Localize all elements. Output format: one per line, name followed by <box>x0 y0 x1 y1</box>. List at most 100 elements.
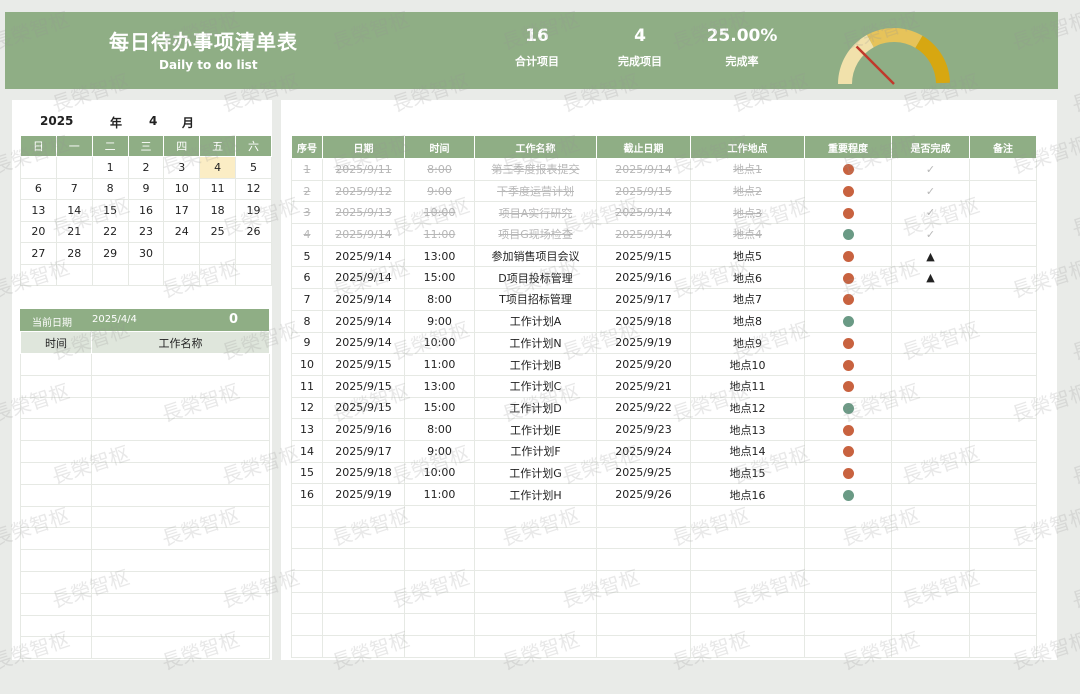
agenda-cell-time[interactable] <box>20 418 92 442</box>
agenda-cell-name[interactable] <box>91 570 270 594</box>
task-cell-empty[interactable] <box>291 548 323 572</box>
task-cell-empty[interactable] <box>474 613 597 637</box>
task-cell-note[interactable] <box>969 396 1037 420</box>
task-cell-done[interactable] <box>891 418 970 441</box>
calendar-day[interactable]: 13 <box>20 199 57 222</box>
task-cell-done[interactable]: ✓ <box>891 201 970 225</box>
task-cell-done[interactable] <box>891 483 970 506</box>
task-cell-empty[interactable] <box>404 505 475 528</box>
calendar-day[interactable]: 5 <box>235 156 272 179</box>
task-cell-note[interactable] <box>969 309 1037 333</box>
calendar-day[interactable]: 18 <box>199 199 237 222</box>
agenda-cell-time[interactable] <box>20 614 92 638</box>
agenda-cell-time[interactable] <box>20 527 92 551</box>
agenda-cell-time[interactable] <box>20 570 92 594</box>
task-cell-empty[interactable] <box>690 505 805 528</box>
task-cell-empty[interactable] <box>891 526 970 550</box>
calendar-day[interactable]: 25 <box>199 220 237 243</box>
task-cell-note[interactable] <box>969 353 1037 376</box>
task-cell-empty[interactable] <box>804 613 892 637</box>
calendar-day[interactable]: 7 <box>55 177 93 200</box>
task-cell-done[interactable] <box>891 461 970 485</box>
task-cell-empty[interactable] <box>404 526 475 550</box>
agenda-cell-name[interactable] <box>91 549 270 572</box>
agenda-cell-name[interactable] <box>91 374 270 398</box>
calendar-day[interactable]: 9 <box>127 177 165 200</box>
task-cell-done[interactable] <box>891 374 970 398</box>
task-cell-empty[interactable] <box>891 613 970 637</box>
calendar-day[interactable]: 14 <box>55 199 93 222</box>
task-cell-done[interactable] <box>891 396 970 420</box>
task-row[interactable]: 2 2025/9/12 9:00 下季度运营计划 2025/9/15 地点2 ✓ <box>291 179 1037 203</box>
task-cell-note[interactable] <box>969 461 1037 485</box>
task-cell-note[interactable] <box>969 158 1037 181</box>
calendar-day[interactable]: 8 <box>91 177 129 200</box>
task-cell-empty[interactable] <box>804 505 892 528</box>
task-cell-done[interactable] <box>891 439 970 463</box>
task-cell-empty[interactable] <box>322 570 405 593</box>
task-cell-empty[interactable] <box>969 591 1037 615</box>
task-cell-done[interactable] <box>891 288 970 311</box>
calendar-day[interactable]: 19 <box>235 199 272 222</box>
task-cell-note[interactable] <box>969 179 1037 203</box>
task-cell-note[interactable] <box>969 374 1037 398</box>
task-cell-empty[interactable] <box>291 505 323 528</box>
agenda-cell-name[interactable] <box>91 440 270 463</box>
calendar-day[interactable]: 29 <box>91 242 129 265</box>
task-cell-done[interactable] <box>891 331 970 355</box>
task-row[interactable]: 14 2025/9/17 9:00 工作计划F 2025/9/24 地点14 <box>291 439 1037 463</box>
task-row[interactable]: 7 2025/9/14 8:00 T项目招标管理 2025/9/17 地点7 <box>291 288 1037 311</box>
task-cell-empty[interactable] <box>404 635 475 658</box>
calendar-day[interactable]: 15 <box>91 199 129 222</box>
agenda-cell-time[interactable] <box>20 549 92 572</box>
calendar-day[interactable]: 17 <box>163 199 201 222</box>
task-row[interactable]: 8 2025/9/14 9:00 工作计划A 2025/9/18 地点8 <box>291 309 1037 333</box>
task-cell-empty[interactable] <box>891 635 970 658</box>
calendar-day[interactable]: 28 <box>55 242 93 265</box>
task-cell-empty[interactable] <box>404 570 475 593</box>
task-row[interactable]: 13 2025/9/16 8:00 工作计划E 2025/9/23 地点13 <box>291 418 1037 441</box>
task-cell-empty[interactable] <box>969 505 1037 528</box>
task-row[interactable]: 12 2025/9/15 15:00 工作计划D 2025/9/22 地点12 <box>291 396 1037 420</box>
task-row[interactable]: 4 2025/9/14 11:00 项目G现场检查 2025/9/14 地点4 ✓ <box>291 223 1037 246</box>
task-cell-empty[interactable] <box>969 613 1037 637</box>
task-cell-empty[interactable] <box>322 591 405 615</box>
task-row[interactable]: 3 2025/9/13 10:00 项目A实行研究 2025/9/14 地点3 ✓ <box>291 201 1037 225</box>
calendar-day[interactable]: 30 <box>127 242 165 265</box>
task-cell-empty[interactable] <box>690 526 805 550</box>
agenda-cell-name[interactable] <box>91 483 270 507</box>
task-cell-empty[interactable] <box>474 505 597 528</box>
calendar-day[interactable]: 20 <box>20 220 57 243</box>
task-row[interactable]: 6 2025/9/14 15:00 D项目投标管理 2025/9/16 地点6 ▲ <box>291 266 1037 290</box>
agenda-cell-time[interactable] <box>20 440 92 463</box>
task-cell-note[interactable] <box>969 201 1037 225</box>
task-row[interactable]: 16 2025/9/19 11:00 工作计划H 2025/9/26 地点16 <box>291 483 1037 506</box>
agenda-cell-name[interactable] <box>91 592 270 616</box>
agenda-cell-name[interactable] <box>91 636 270 660</box>
task-row[interactable]: 15 2025/9/18 10:00 工作计划G 2025/9/25 地点15 <box>291 461 1037 485</box>
task-cell-note[interactable] <box>969 483 1037 506</box>
agenda-cell-name[interactable] <box>91 396 270 420</box>
task-cell-empty[interactable] <box>690 635 805 658</box>
task-cell-done[interactable]: ✓ <box>891 179 970 203</box>
task-cell-empty[interactable] <box>804 548 892 572</box>
agenda-cell-name[interactable] <box>91 614 270 638</box>
task-cell-done[interactable]: ▲ <box>891 266 970 290</box>
task-cell-note[interactable] <box>969 244 1037 268</box>
task-cell-empty[interactable] <box>804 635 892 658</box>
agenda-cell-name[interactable] <box>91 505 270 529</box>
calendar-day[interactable]: 1 <box>91 156 129 179</box>
task-cell-done[interactable]: ✓ <box>891 223 970 246</box>
task-cell-empty[interactable] <box>291 635 323 658</box>
task-cell-empty[interactable] <box>969 635 1037 658</box>
agenda-cell-time[interactable] <box>20 353 92 376</box>
task-cell-empty[interactable] <box>474 591 597 615</box>
task-cell-empty[interactable] <box>891 548 970 572</box>
task-cell-done[interactable] <box>891 309 970 333</box>
agenda-cell-time[interactable] <box>20 592 92 616</box>
calendar-day[interactable]: 4 <box>199 156 237 179</box>
task-cell-empty[interactable] <box>596 591 691 615</box>
task-row[interactable]: 1 2025/9/11 8:00 第三季度报表提交 2025/9/14 地点1 ✓ <box>291 158 1037 181</box>
calendar-day[interactable]: 10 <box>163 177 201 200</box>
task-cell-empty[interactable] <box>969 548 1037 572</box>
